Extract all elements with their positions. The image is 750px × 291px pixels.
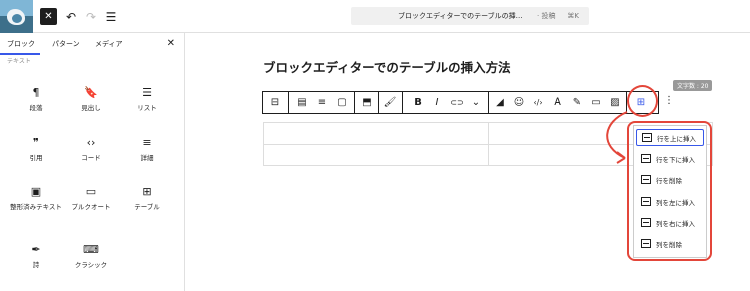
- delete-row-icon: [641, 175, 651, 184]
- list-view-icon[interactable]: ☰: [104, 8, 118, 25]
- command-title: ブロックエディターでのテーブルの挿…: [398, 12, 523, 20]
- menu-insert-column-left[interactable]: 列を左に挿入: [636, 193, 704, 210]
- inserter-tabs: ブロック パターン メディア ✕: [0, 33, 185, 56]
- preformatted-icon: ▣: [30, 185, 42, 198]
- toolbar-divider: [402, 92, 403, 113]
- redo-icon[interactable]: ↷: [84, 8, 98, 25]
- toolbar-divider: [288, 92, 289, 113]
- code-icon: ‹›: [86, 136, 96, 149]
- marker-icon[interactable]: ✎: [569, 92, 585, 113]
- chevron-down-icon[interactable]: ⌄: [468, 92, 484, 113]
- block-details[interactable]: ≡ 詳細: [119, 136, 175, 163]
- link-icon[interactable]: ⊂⊃: [449, 92, 465, 113]
- table-icon: ⊞: [142, 185, 152, 198]
- block-verse[interactable]: ✒ 詩: [8, 243, 64, 270]
- keyboard-icon: ⌨: [83, 243, 99, 256]
- align-wide-icon[interactable]: ▤: [294, 92, 310, 113]
- transform-icon[interactable]: ⬒: [359, 92, 375, 113]
- bookmark-icon: 🔖: [84, 86, 98, 99]
- block-classic[interactable]: ⌨ クラシック: [63, 243, 119, 270]
- highlight-icon[interactable]: ◢: [492, 92, 508, 113]
- delete-column-icon: [641, 239, 651, 248]
- pen-icon: ✒: [31, 243, 41, 256]
- block-quote[interactable]: ❞ 引用: [8, 136, 64, 163]
- tab-media[interactable]: メディア: [95, 39, 123, 49]
- toolbar-divider: [354, 92, 355, 113]
- edit-table-menu: 行を上に挿入 行を下に挿入 行を削除 列を左に挿入 列を右に挿入 列を削除: [633, 125, 707, 258]
- menu-insert-row-below[interactable]: 行を下に挿入: [636, 150, 704, 167]
- tab-blocks[interactable]: ブロック: [7, 39, 35, 49]
- menu-delete-row[interactable]: 行を削除: [636, 171, 704, 188]
- details-icon: ≡: [142, 136, 152, 149]
- pullquote-icon: ▭: [85, 185, 97, 198]
- more-options-icon[interactable]: ⋮: [664, 95, 674, 106]
- tab-patterns[interactable]: パターン: [52, 39, 80, 49]
- section-label: テキスト: [7, 58, 31, 65]
- top-toolbar: ✕ ↶ ↷ ☰ ブロックエディターでのテーブルの挿… · 投稿 ⌘K: [0, 0, 750, 33]
- command-shortcut: ⌘K: [567, 12, 579, 20]
- block-heading[interactable]: 🔖 見出し: [63, 86, 119, 113]
- row-below-icon: [641, 154, 651, 163]
- undo-icon[interactable]: ↶: [64, 8, 78, 25]
- column-left-icon: [641, 197, 651, 206]
- list-icon: ☰: [142, 86, 152, 99]
- paint-brush-icon[interactable]: 🖌: [382, 92, 398, 113]
- menu-insert-row-above[interactable]: 行を上に挿入: [636, 129, 704, 146]
- block-inserter-sidebar: ブロック パターン メディア ✕ テキスト ¶ 段落 🔖 見出し ☰ リスト ❞…: [0, 33, 185, 291]
- menu-insert-column-right[interactable]: 列を右に挿入: [636, 214, 704, 231]
- align-text-icon[interactable]: ≡: [314, 92, 330, 113]
- site-logo[interactable]: [0, 0, 33, 33]
- caption-icon[interactable]: ▢: [334, 92, 350, 113]
- code-icon[interactable]: ‹/›: [530, 92, 546, 113]
- active-tab-indicator: [0, 53, 40, 55]
- block-list[interactable]: ☰ リスト: [119, 86, 175, 113]
- close-inserter-icon[interactable]: ✕: [167, 38, 175, 49]
- emoji-icon[interactable]: ☺: [511, 92, 527, 113]
- word-count-badge: 文字数 : 20: [673, 80, 713, 91]
- font-size-icon[interactable]: Ꭺ: [550, 92, 566, 113]
- column-right-icon: [641, 218, 651, 227]
- paragraph-icon: ¶: [32, 86, 40, 99]
- block-preformatted[interactable]: ▣ 整形済みテキスト: [8, 185, 64, 212]
- command-palette[interactable]: ブロックエディターでのテーブルの挿… · 投稿 ⌘K: [351, 7, 589, 25]
- italic-icon[interactable]: I: [429, 92, 445, 113]
- toolbar-divider: [488, 92, 489, 113]
- quote-icon: ❞: [33, 136, 39, 149]
- toolbar-divider: [378, 92, 379, 113]
- block-code[interactable]: ‹› コード: [63, 136, 119, 163]
- command-post-type: · 投稿: [537, 12, 556, 20]
- close-icon[interactable]: ✕: [40, 8, 57, 25]
- row-above-icon: [642, 133, 652, 142]
- table-block-icon[interactable]: ⊟: [267, 92, 283, 113]
- post-title[interactable]: ブロックエディターでのテーブルの挿入方法: [263, 57, 511, 76]
- block-pullquote[interactable]: ▭ プルクオート: [63, 185, 119, 212]
- bold-icon[interactable]: B: [410, 92, 426, 113]
- block-table[interactable]: ⊞ テーブル: [119, 185, 175, 212]
- block-paragraph[interactable]: ¶ 段落: [8, 86, 64, 113]
- menu-delete-column[interactable]: 列を削除: [636, 235, 704, 252]
